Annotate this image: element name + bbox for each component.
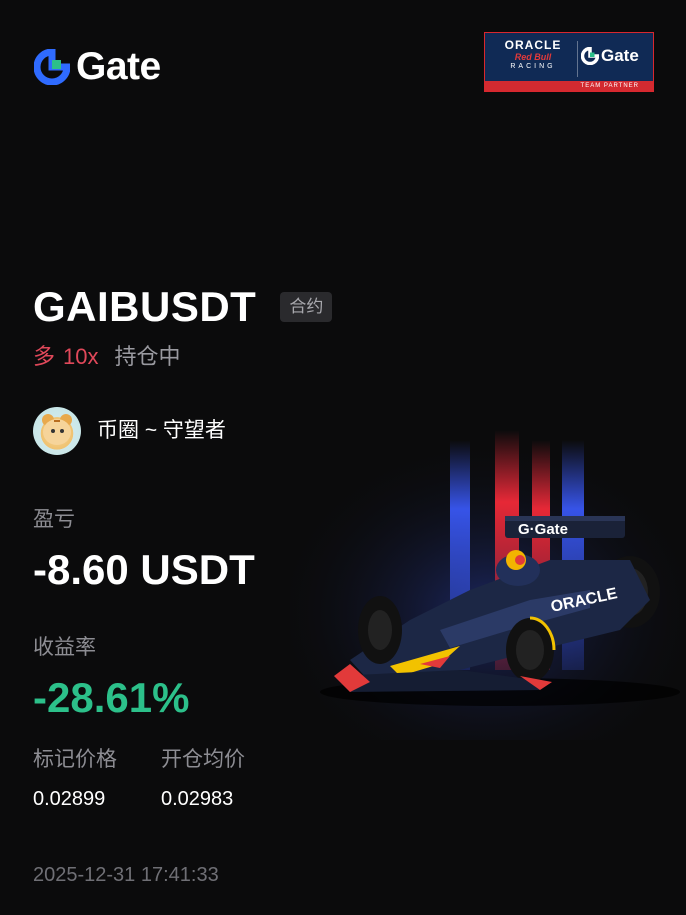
entry-price-label: 开仓均价 bbox=[161, 748, 245, 771]
redbull-racing-logo: ORACLE Red Bull RACING bbox=[493, 39, 573, 71]
position-status: 持仓中 bbox=[114, 344, 181, 369]
partner-badge: ORACLE Red Bull RACING Gate TEAM PARTNER bbox=[484, 32, 654, 92]
entry-price-value: 0.02983 bbox=[161, 788, 234, 810]
partner-gate-logo: Gate bbox=[581, 46, 639, 66]
position-info: 多 10x 持仓中 bbox=[33, 342, 181, 372]
badge-divider bbox=[577, 41, 578, 77]
oracle-text: ORACLE bbox=[504, 38, 562, 52]
avatar bbox=[33, 407, 81, 455]
gate-logo-icon bbox=[581, 47, 599, 65]
pnl-value: -8.60 USDT bbox=[33, 546, 255, 593]
leverage: 10x bbox=[63, 344, 99, 369]
contract-tag: 合约 bbox=[280, 292, 333, 322]
svg-text:G·Gate: G·Gate bbox=[518, 521, 568, 538]
brand-logo: Gate bbox=[34, 46, 161, 88]
mark-price-value: 0.02899 bbox=[33, 788, 106, 810]
share-card: Gate ORACLE Red Bull RACING Gate TEAM PA… bbox=[0, 0, 686, 915]
return-rate-value: -28.61% bbox=[33, 674, 190, 721]
racing-text: RACING bbox=[510, 63, 556, 70]
race-car-illustration: G·Gate ORACLE bbox=[290, 420, 686, 740]
brand-name: Gate bbox=[76, 45, 161, 88]
trading-pair: GAIBUSDT bbox=[33, 283, 257, 330]
gate-logo-icon bbox=[34, 49, 70, 85]
symbol-row: GAIBUSDT 合约 bbox=[33, 283, 333, 331]
partner-gate-text: Gate bbox=[601, 46, 639, 65]
username: 币圈 ~ 守望者 bbox=[97, 419, 226, 442]
timestamp: 2025-12-31 17:41:33 bbox=[33, 864, 219, 886]
redbull-text: Red Bull bbox=[514, 52, 552, 62]
pnl-label: 盈亏 bbox=[33, 508, 75, 531]
mark-price-label: 标记价格 bbox=[33, 748, 117, 771]
position-side: 多 bbox=[33, 344, 56, 369]
return-rate-label: 收益率 bbox=[33, 636, 96, 659]
user-info: 币圈 ~ 守望者 bbox=[33, 407, 226, 455]
team-partner-strip: TEAM PARTNER bbox=[485, 81, 653, 91]
